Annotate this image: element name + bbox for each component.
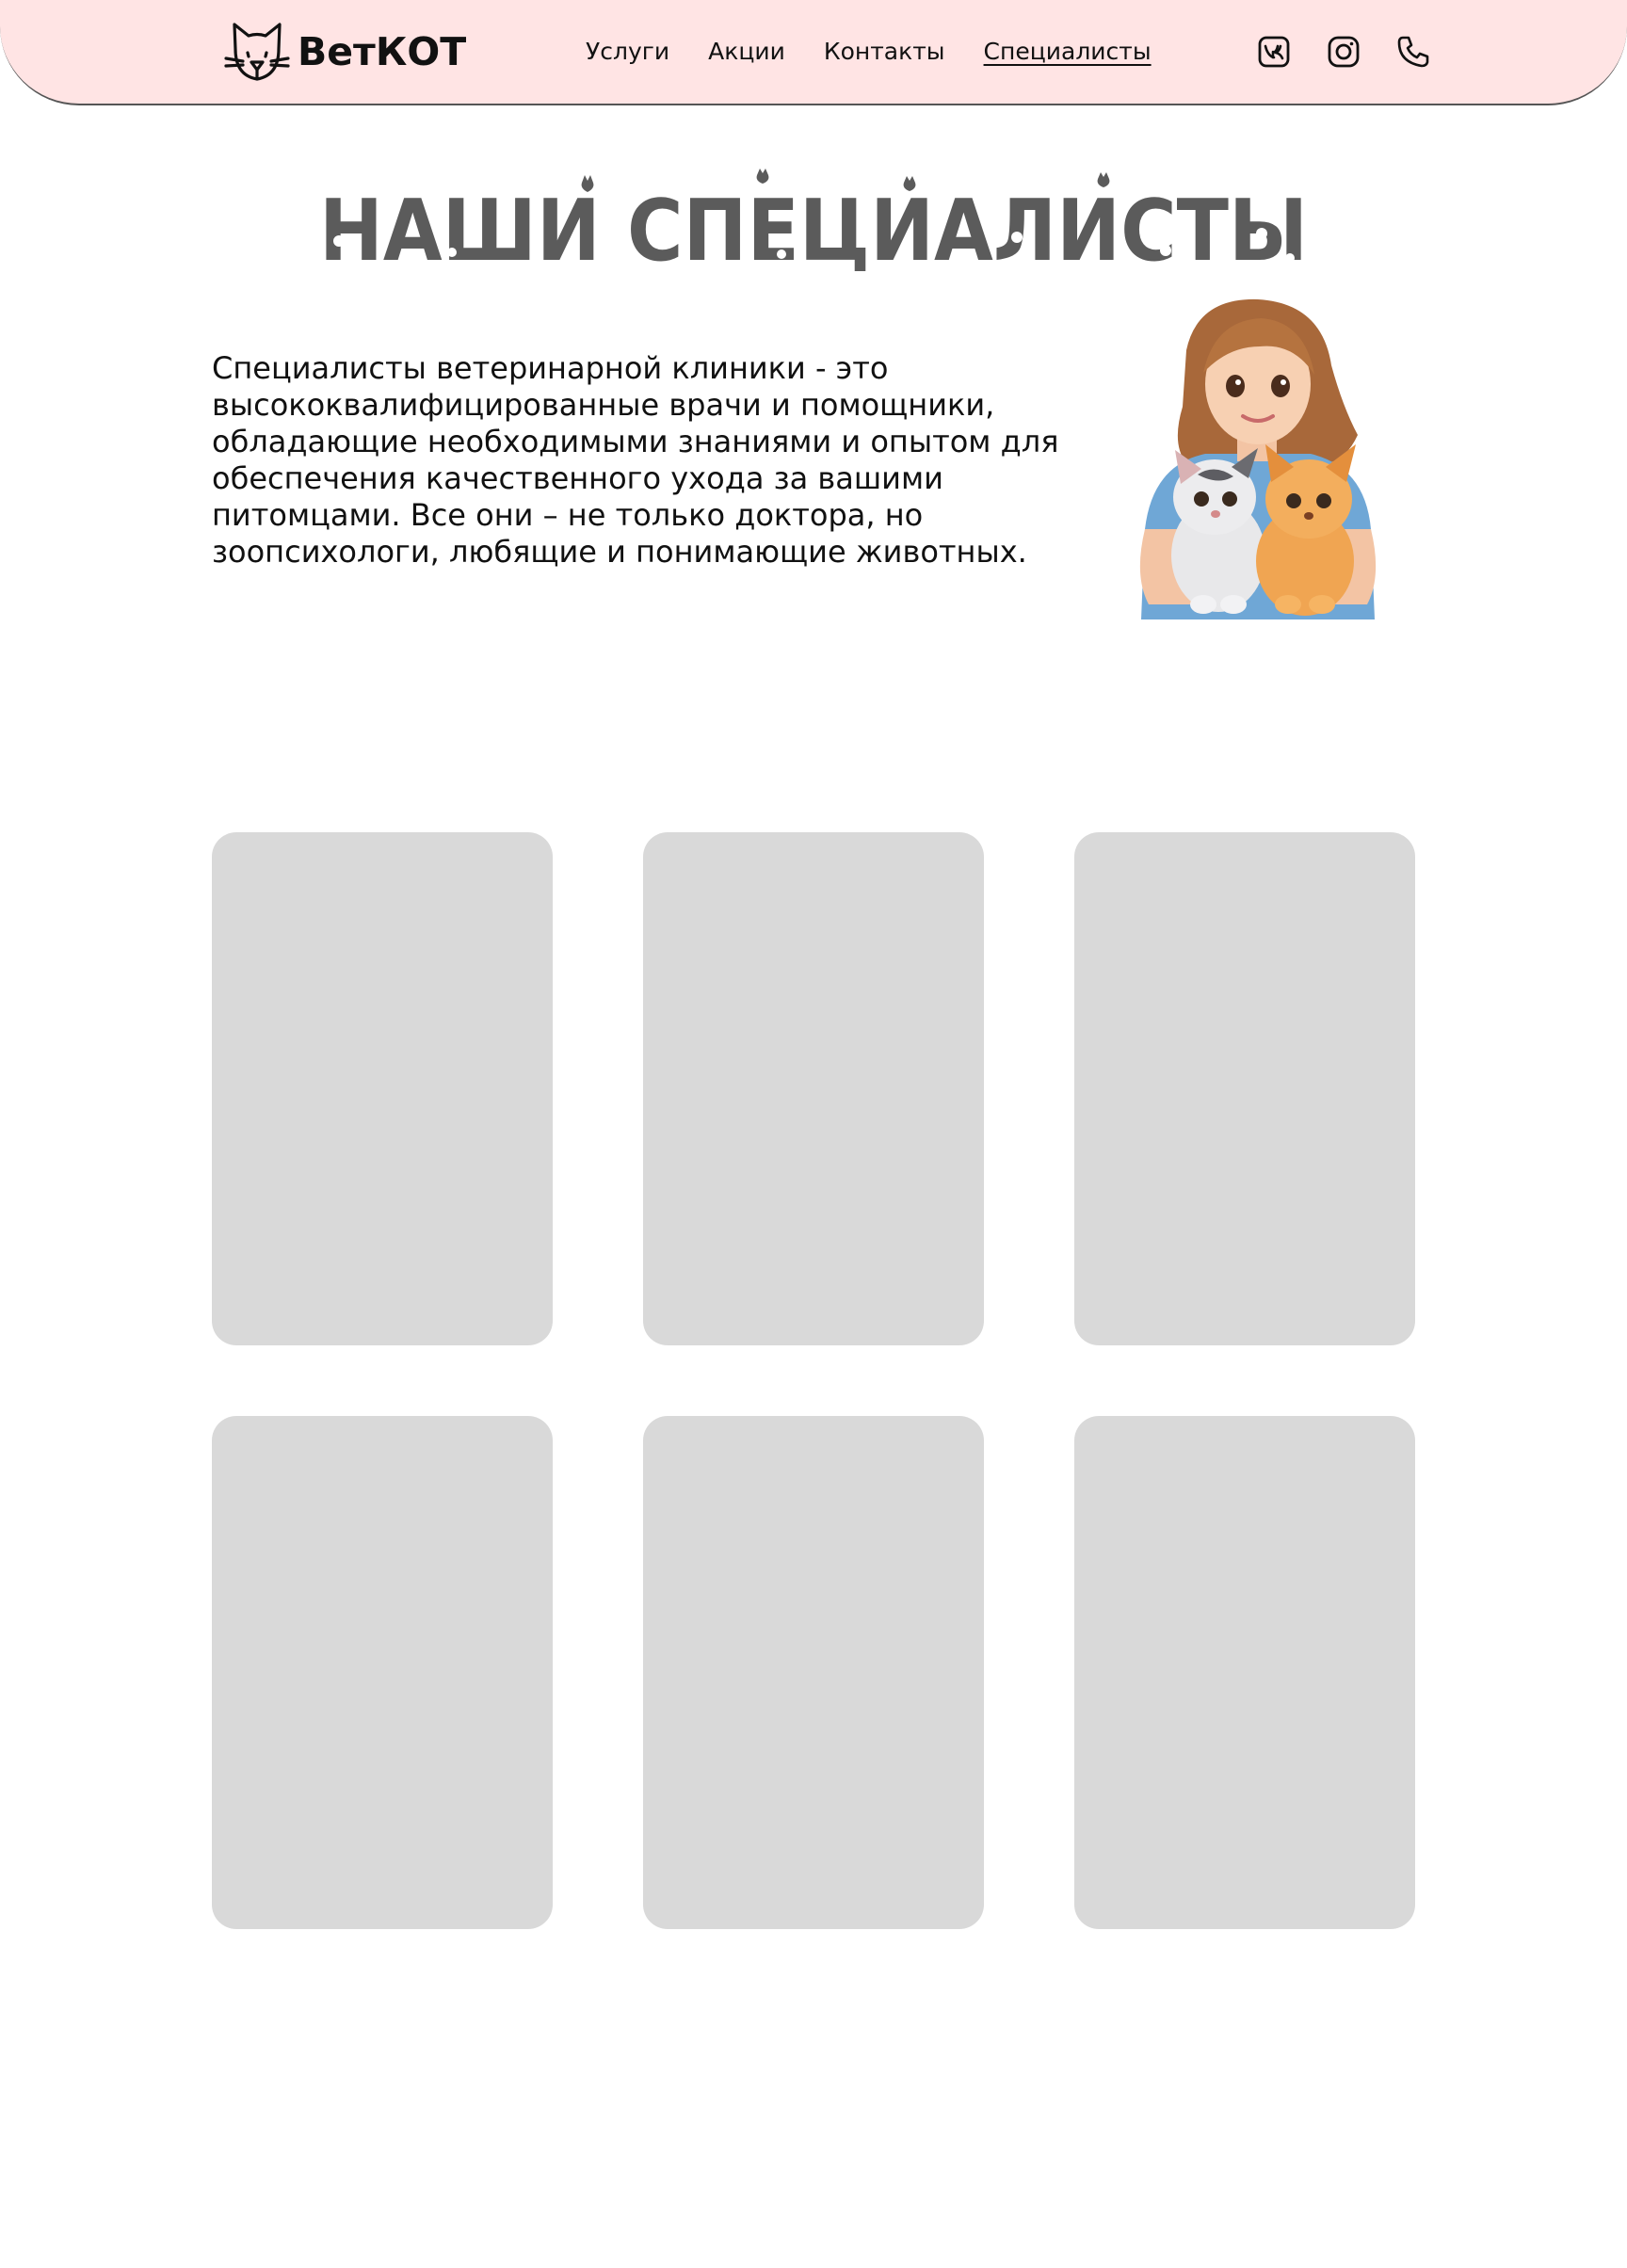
nav-link-specialists[interactable]: Специалисты — [984, 38, 1152, 65]
nav-link-promotions[interactable]: Акции — [708, 38, 785, 65]
specialist-card[interactable] — [643, 832, 984, 1345]
instagram-icon — [1328, 36, 1360, 68]
vet-with-kittens-illustration — [1092, 294, 1416, 619]
instagram-link[interactable] — [1326, 34, 1361, 70]
social-links — [1256, 34, 1431, 70]
specialist-card[interactable] — [1074, 1416, 1415, 1929]
specialist-card[interactable] — [212, 832, 553, 1345]
specialist-card[interactable] — [643, 1416, 984, 1929]
page-title: НАШИ СПЕЦИАЛИСТЫ — [0, 168, 1627, 271]
logo-text: ВетКОТ — [298, 29, 467, 74]
vk-link[interactable] — [1256, 34, 1292, 70]
specialist-card[interactable] — [1074, 832, 1415, 1345]
nav-link-contacts[interactable]: Контакты — [824, 38, 945, 65]
main-nav: Услуги Акции Контакты Специалисты — [586, 38, 1152, 65]
phone-link[interactable] — [1395, 34, 1431, 70]
logo[interactable]: ВетКОТ — [222, 17, 466, 87]
specialist-card[interactable] — [212, 1416, 553, 1929]
page-title-text: НАШИ СПЕЦИАЛИСТЫ — [319, 182, 1308, 271]
cat-head-icon — [224, 23, 290, 81]
vk-icon — [1258, 36, 1290, 68]
intro-text: Специалисты ветеринарной клиники - это в… — [212, 350, 1059, 570]
site-header: ВетКОТ Услуги Акции Контакты Специалисты — [0, 0, 1627, 105]
nav-link-services[interactable]: Услуги — [586, 38, 669, 65]
phone-icon — [1397, 36, 1429, 68]
